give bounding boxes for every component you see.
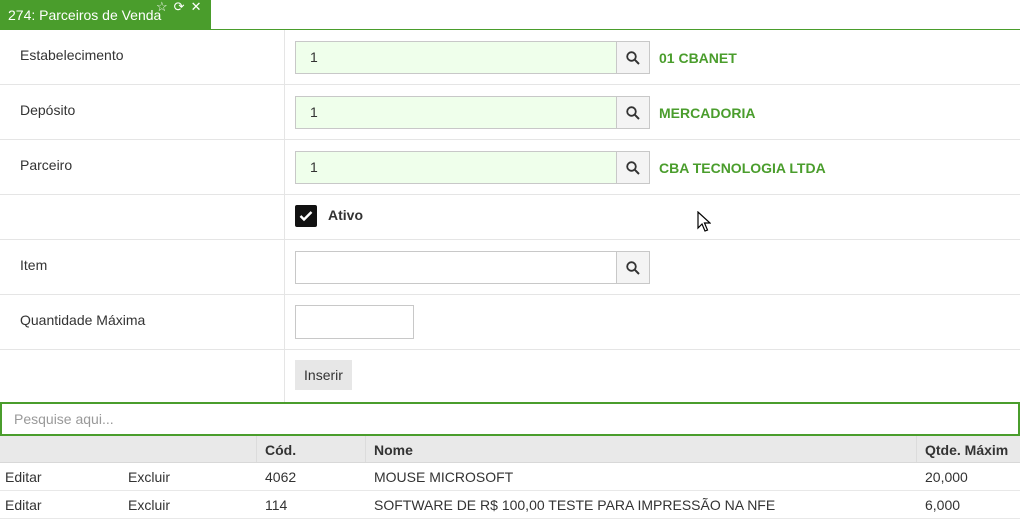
header-nome[interactable]: Nome xyxy=(374,442,413,458)
parceiro-description: CBA TECNOLOGIA LTDA xyxy=(659,160,826,176)
estabelecimento-input[interactable]: 1 xyxy=(295,41,617,74)
item-label: Item xyxy=(0,240,285,294)
estabelecimento-search-button[interactable] xyxy=(616,41,650,74)
estabelecimento-label: Estabelecimento xyxy=(0,30,285,84)
search-icon xyxy=(626,50,640,65)
cell-qtde: 6,000 xyxy=(925,497,961,513)
cell-nome: SOFTWARE DE R$ 100,00 TESTE PARA IMPRESS… xyxy=(374,497,776,513)
table-row: Editar Excluir 4062 MOUSE MICROSOFT 20,0… xyxy=(0,463,1020,491)
header-qtde-maxima[interactable]: Qtde. Máxim xyxy=(925,442,1008,458)
cell-cod: 4062 xyxy=(265,469,297,485)
ativo-empty-label xyxy=(0,195,285,239)
tab-bar: 274: Parceiros de Venda ☆ ⟳ ✕ xyxy=(0,0,1020,30)
table-row: Editar Excluir 114 SOFTWARE DE R$ 100,00… xyxy=(0,491,1020,519)
row-parceiro: Parceiro 1 CBA TECNOLOGIA LTDA xyxy=(0,140,1020,195)
search-icon xyxy=(626,260,640,275)
close-icon[interactable]: ✕ xyxy=(191,0,202,14)
cell-cod: 114 xyxy=(265,497,288,513)
tab-title: 274: Parceiros de Venda xyxy=(8,7,162,23)
results-grid: Cód. Nome Qtde. Máxim Editar Excluir 406… xyxy=(0,436,1020,519)
header-cod[interactable]: Cód. xyxy=(265,442,296,458)
inserir-empty-label xyxy=(0,350,285,402)
inserir-button[interactable]: Inserir xyxy=(295,360,352,390)
deposito-description: MERCADORIA xyxy=(659,105,756,121)
item-search-button[interactable] xyxy=(616,251,650,284)
delete-link[interactable]: Excluir xyxy=(128,497,170,513)
parceiro-input[interactable]: 1 xyxy=(295,151,617,184)
quantidade-maxima-label: Quantidade Máxima xyxy=(0,295,285,349)
ativo-checkbox[interactable] xyxy=(295,205,317,227)
item-input[interactable] xyxy=(295,251,617,284)
tab-parceiros-de-venda[interactable]: 274: Parceiros de Venda ☆ ⟳ ✕ xyxy=(0,0,211,30)
search-input[interactable]: Pesquise aqui... xyxy=(0,402,1020,436)
refresh-icon[interactable]: ⟳ xyxy=(174,0,185,14)
edit-link[interactable]: Editar xyxy=(5,497,42,513)
search-icon xyxy=(626,160,640,175)
row-estabelecimento: Estabelecimento 1 01 CBANET xyxy=(0,30,1020,85)
ativo-label: Ativo xyxy=(328,207,363,223)
deposito-search-button[interactable] xyxy=(616,96,650,129)
row-quantidade-maxima: Quantidade Máxima xyxy=(0,295,1020,350)
cell-nome: MOUSE MICROSOFT xyxy=(374,469,514,485)
row-inserir: Inserir xyxy=(0,350,1020,402)
delete-link[interactable]: Excluir xyxy=(128,469,170,485)
row-item: Item xyxy=(0,240,1020,295)
grid-header: Cód. Nome Qtde. Máxim xyxy=(0,436,1020,463)
row-ativo: Ativo xyxy=(0,195,1020,240)
search-icon xyxy=(626,105,640,120)
star-icon[interactable]: ☆ xyxy=(156,0,168,14)
row-deposito: Depósito 1 MERCADORIA xyxy=(0,85,1020,140)
parceiro-label: Parceiro xyxy=(0,140,285,194)
cell-qtde: 20,000 xyxy=(925,469,968,485)
mouse-cursor-icon xyxy=(697,211,711,232)
estabelecimento-description: 01 CBANET xyxy=(659,50,737,66)
deposito-input[interactable]: 1 xyxy=(295,96,617,129)
check-icon xyxy=(299,211,313,222)
edit-link[interactable]: Editar xyxy=(5,469,42,485)
deposito-label: Depósito xyxy=(0,85,285,139)
parceiro-search-button[interactable] xyxy=(616,151,650,184)
quantidade-maxima-input[interactable] xyxy=(295,305,414,339)
